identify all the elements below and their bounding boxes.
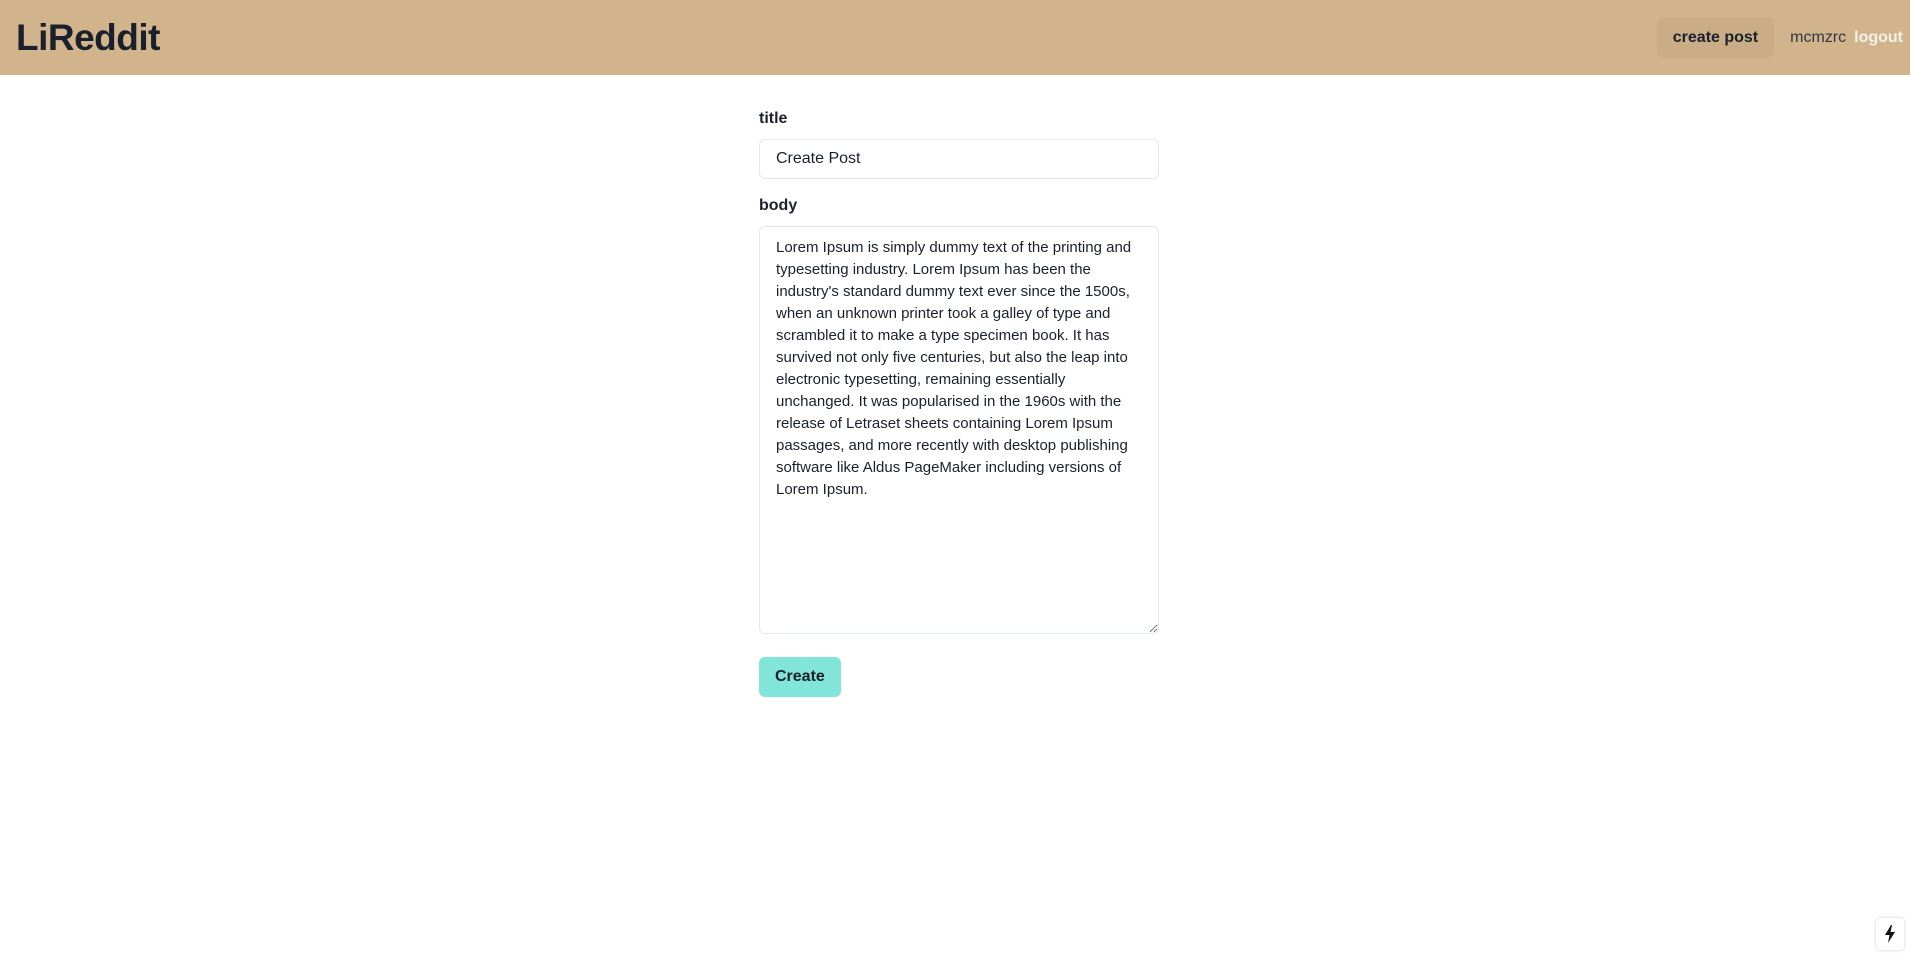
create-button[interactable]: Create [759, 657, 841, 697]
body-textarea[interactable]: Lorem Ipsum is simply dummy text of the … [759, 226, 1159, 634]
body-label: body [759, 197, 798, 214]
title-label: title [759, 110, 788, 127]
create-post-button[interactable]: create post [1656, 17, 1775, 58]
title-input[interactable] [759, 139, 1159, 179]
navbar: LiReddit create post mcmzrc logout [0, 0, 1910, 75]
dev-indicator-badge[interactable] [1876, 918, 1904, 950]
username: mcmzrc [1790, 28, 1847, 46]
lightning-bolt-icon [1885, 925, 1895, 943]
logo[interactable]: LiReddit [16, 17, 160, 59]
create-post-form: title body Lorem Ipsum is simply dummy t… [759, 108, 1159, 697]
logout-button[interactable]: logout [1854, 29, 1903, 47]
navbar-actions: create post mcmzrc logout [1656, 0, 1903, 75]
